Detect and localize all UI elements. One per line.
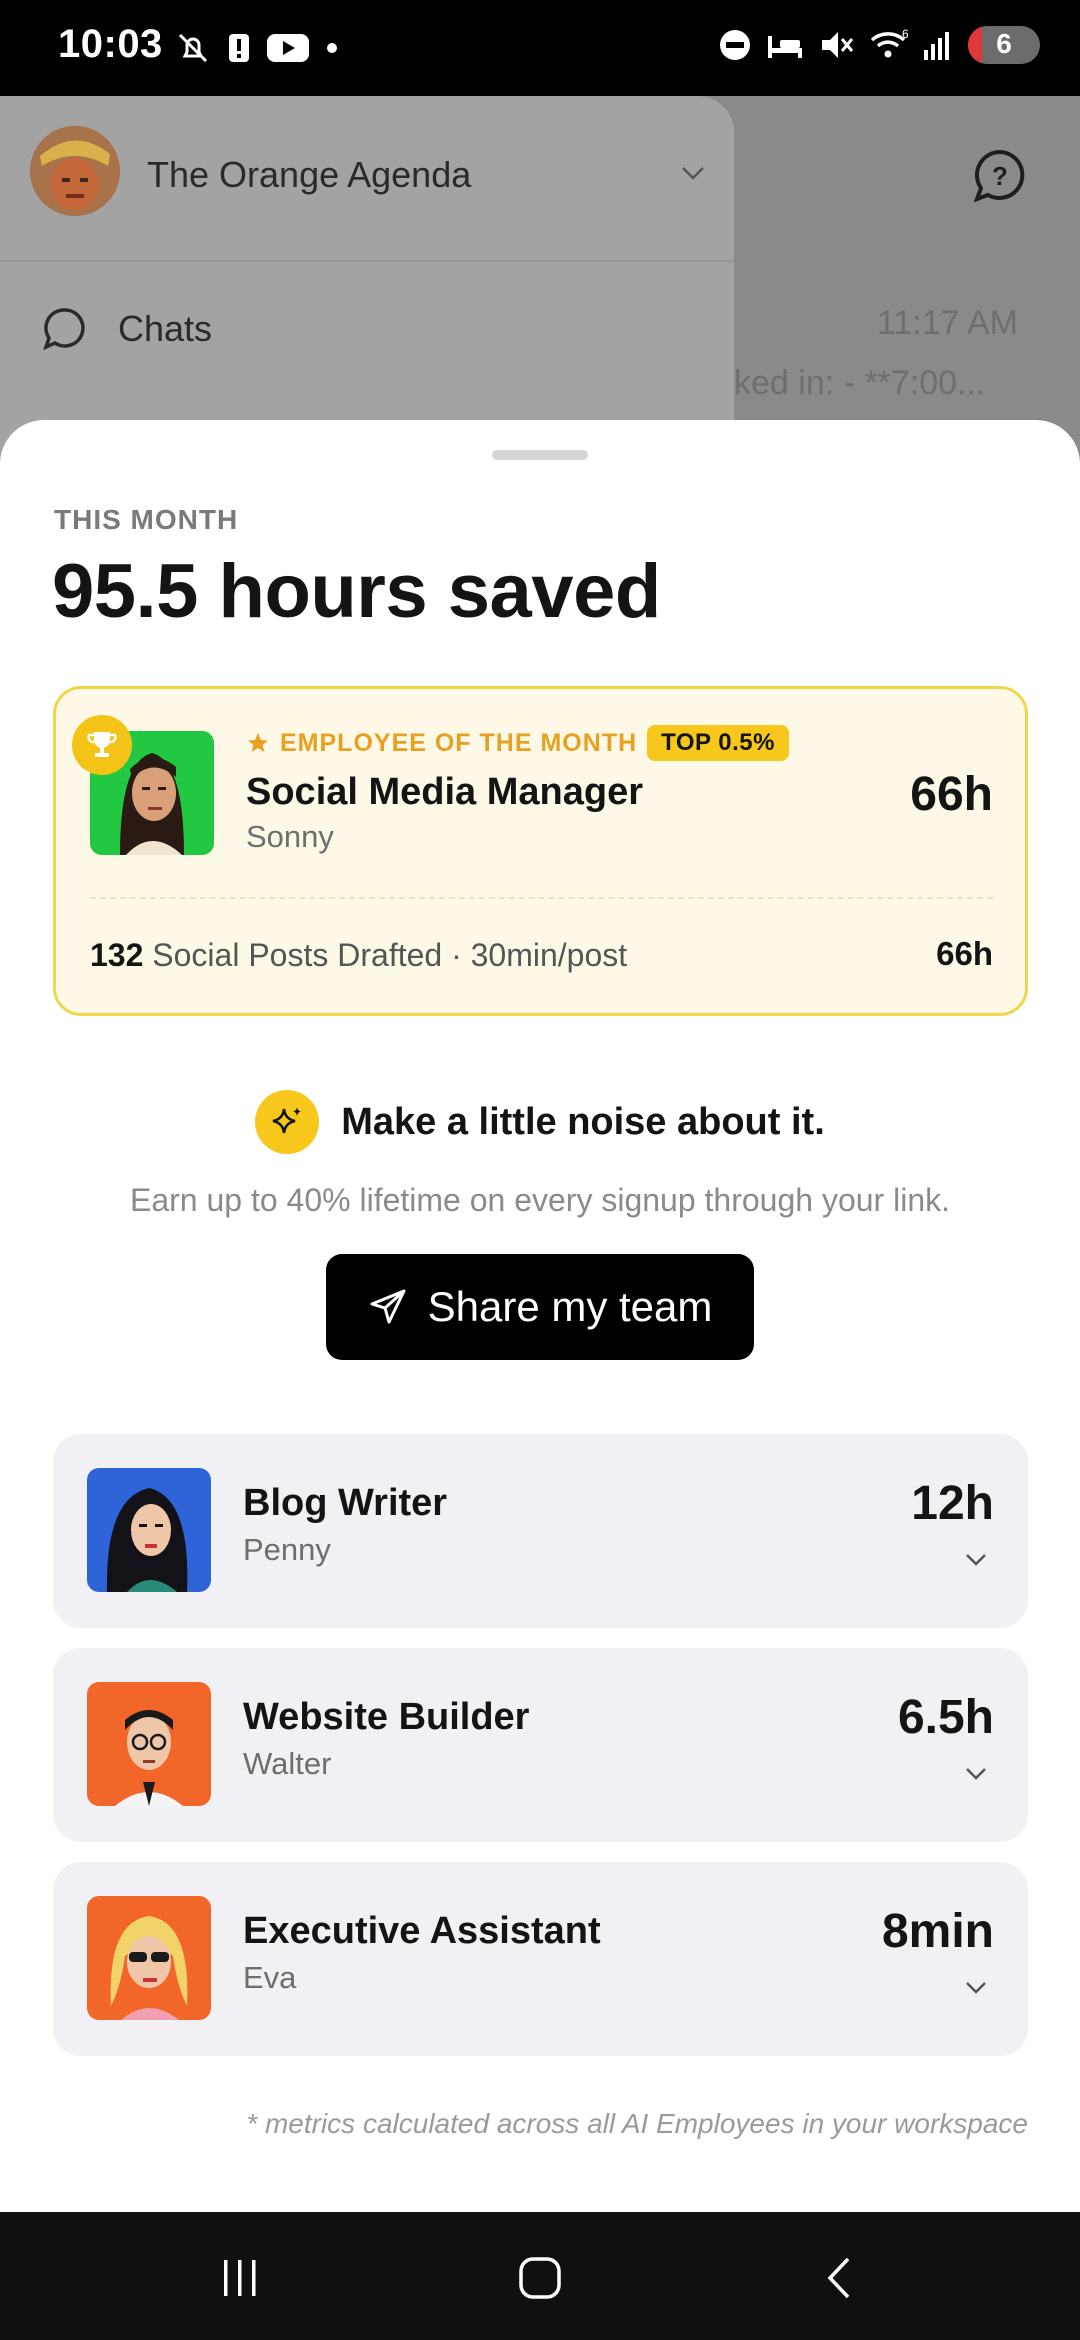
trophy-icon [72, 715, 132, 775]
eom-label: EMPLOYEE OF THE MONTH [280, 728, 638, 757]
employee-card[interactable]: Website Builder Walter 6.5h [53, 1648, 1028, 1842]
chat-bubble-icon [43, 308, 85, 351]
sleep-icon [768, 36, 802, 58]
employee-avatar [87, 1896, 211, 2020]
period-label: THIS MONTH [54, 504, 239, 535]
eom-role: Social Media Manager [246, 771, 644, 813]
chat-preview: ked in: - **7:00... [734, 364, 986, 402]
back-icon [827, 2257, 850, 2299]
battery-icon: 6 [968, 26, 1040, 64]
chevron-down-icon[interactable] [962, 1974, 990, 2002]
alert-icon [229, 34, 249, 62]
eom-metric-count: 132 [90, 937, 144, 973]
employee-name: Walter [243, 1746, 332, 1781]
metrics-footnote: * metrics calculated across all AI Emplo… [246, 2108, 1028, 2139]
dnd-icon [720, 30, 750, 60]
status-left-icons [175, 30, 339, 66]
share-title: Make a little noise about it. [341, 1100, 825, 1143]
home-button[interactable] [490, 2248, 590, 2308]
employee-hours: 8min [881, 1905, 994, 1958]
youtube-icon [267, 34, 309, 62]
eom-metric: 132 Social Posts Drafted · 30min/post [90, 937, 627, 974]
workspace-avatar [30, 126, 120, 216]
eom-divider [90, 897, 993, 899]
employee-hours: 6.5h [897, 1691, 994, 1744]
workspace-switcher[interactable]: The Orange Agenda [0, 96, 734, 262]
share-subtitle: Earn up to 40% lifetime on every signup … [129, 1182, 950, 1218]
employee-name: Penny [243, 1532, 331, 1567]
signal-icon [924, 32, 949, 60]
help-chat-icon[interactable]: ? [972, 148, 1028, 204]
battery-level: 6 [996, 28, 1012, 59]
share-heading: Make a little noise about it. [0, 1090, 1080, 1154]
top-percent-badge: TOP 0.5% [647, 725, 789, 761]
chat-timestamp: 11:17 AM [876, 304, 1018, 342]
employee-role: Executive Assistant [243, 1910, 601, 1952]
wifi-icon: 6 [870, 28, 908, 58]
status-right-icons: 6 6 [718, 26, 1040, 64]
employee-card[interactable]: Blog Writer Penny 12h [53, 1434, 1028, 1628]
star-icon [248, 733, 268, 752]
chevron-down-icon[interactable] [962, 1760, 990, 1788]
eom-hours: 66h [910, 768, 993, 821]
system-nav-bar [0, 2212, 1080, 2340]
chevron-down-icon[interactable] [962, 1546, 990, 1574]
notifications-off-icon [178, 33, 208, 63]
hours-saved-headline: 95.5 hours saved [52, 549, 661, 634]
bottom-sheet: THIS MONTH 95.5 hours saved EMPLOYEE OF … [0, 420, 1080, 2212]
employee-name: Eva [243, 1960, 297, 1995]
employee-avatar [87, 1468, 211, 1592]
chats-label: Chats [118, 308, 213, 349]
recents-button[interactable] [190, 2248, 290, 2308]
eom-name: Sonny [246, 819, 334, 854]
mute-icon [822, 32, 854, 58]
status-time: 10:03 [58, 22, 163, 66]
employee-hours: 12h [911, 1477, 994, 1530]
eom-badge-row: EMPLOYEE OF THE MONTH TOP 0.5% [246, 725, 789, 761]
screen: 10:03 6 6 The Orange Agenda Chats ? 11:1… [0, 0, 1080, 2340]
share-my-team-button[interactable]: Share my team [326, 1254, 754, 1360]
employee-card[interactable]: Executive Assistant Eva 8min [53, 1862, 1028, 2056]
chevron-down-icon [682, 167, 704, 180]
employee-role: Website Builder [243, 1696, 530, 1738]
svg-text:6: 6 [902, 28, 908, 41]
back-button[interactable] [790, 2248, 890, 2308]
sparkle-icon [255, 1090, 320, 1154]
employee-avatar [87, 1682, 211, 1806]
sidebar-item-chats[interactable]: Chats [40, 304, 212, 354]
home-icon [519, 2257, 561, 2299]
employee-of-month-card[interactable]: EMPLOYEE OF THE MONTH TOP 0.5% Social Me… [53, 686, 1028, 1016]
employee-role: Blog Writer [243, 1482, 448, 1524]
sheet-drag-handle[interactable] [492, 450, 588, 460]
svg-text:?: ? [992, 161, 1008, 191]
share-button-label: Share my team [427, 1283, 713, 1330]
eom-metric-hours: 66h [936, 935, 993, 972]
dot-icon [327, 43, 337, 53]
send-icon [370, 1289, 406, 1324]
eom-metric-text: Social Posts Drafted · 30min/post [152, 937, 628, 973]
workspace-name: The Orange Agenda [147, 154, 472, 195]
status-bar: 10:03 6 6 [0, 0, 1080, 96]
recents-icon [224, 2260, 256, 2296]
